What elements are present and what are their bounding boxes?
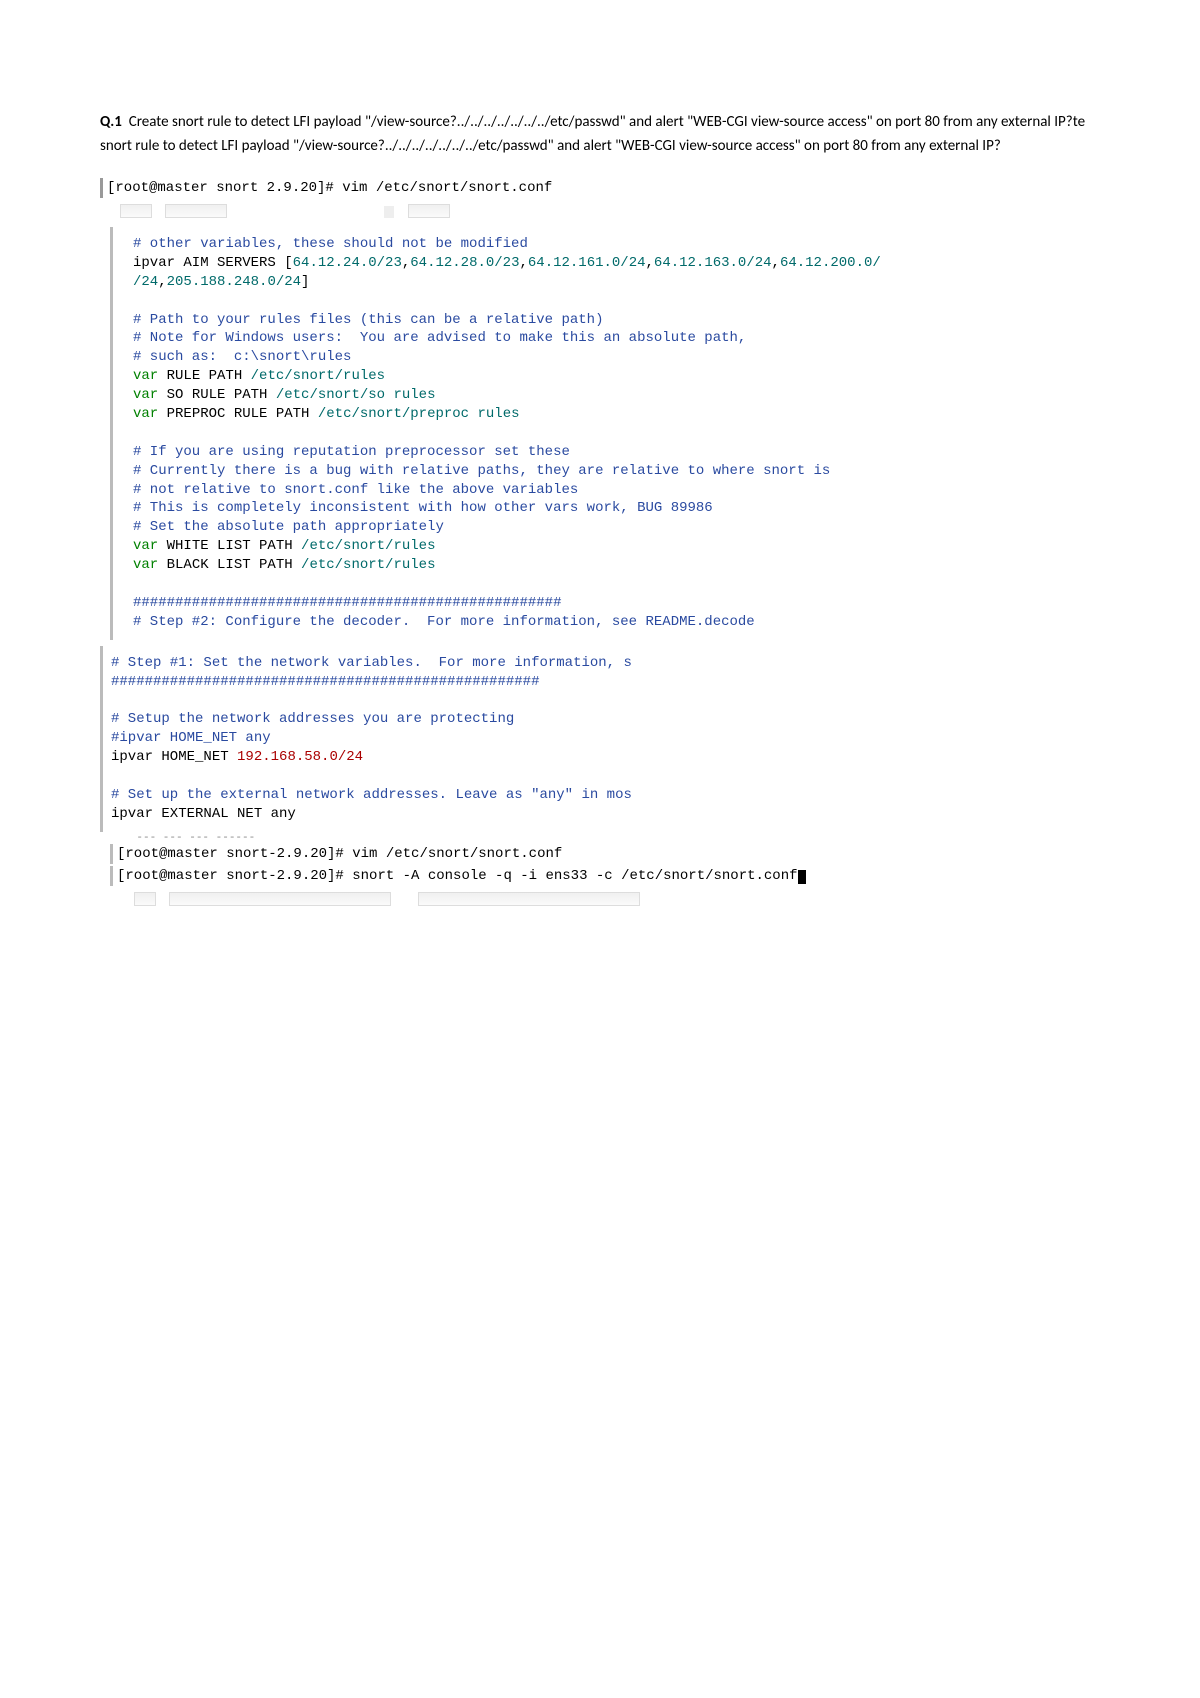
ui-tab-fragment bbox=[165, 204, 227, 218]
ui-fragment bbox=[384, 206, 394, 218]
question-body: Create snort rule to detect LFI payload … bbox=[100, 113, 1085, 155]
editor-content-block-1: # other variables, these should not be m… bbox=[110, 227, 1100, 640]
ui-tab-fragment bbox=[408, 204, 450, 218]
question-text: Q.1 Create snort rule to detect LFI payl… bbox=[100, 110, 1100, 158]
cropped-fragment: --- --- --- ------ bbox=[110, 832, 1100, 844]
terminal-line-3: [root@master snort-2.9.20]# snort -A con… bbox=[110, 866, 1100, 886]
ui-fragment bbox=[169, 892, 391, 906]
ui-fragment bbox=[418, 892, 640, 906]
question-label: Q.1 bbox=[100, 113, 122, 131]
ui-tab-fragment bbox=[120, 204, 152, 218]
terminal-line-1: [root@master snort 2.9.20]# vim /etc/sno… bbox=[100, 178, 1100, 198]
editor-content-block-2: # Step #1: Set the network variables. Fo… bbox=[100, 646, 1100, 832]
terminal-cursor bbox=[798, 870, 806, 884]
ui-fragment bbox=[134, 892, 156, 906]
terminal-line-2: [root@master snort-2.9.20]# vim /etc/sno… bbox=[110, 844, 1100, 864]
